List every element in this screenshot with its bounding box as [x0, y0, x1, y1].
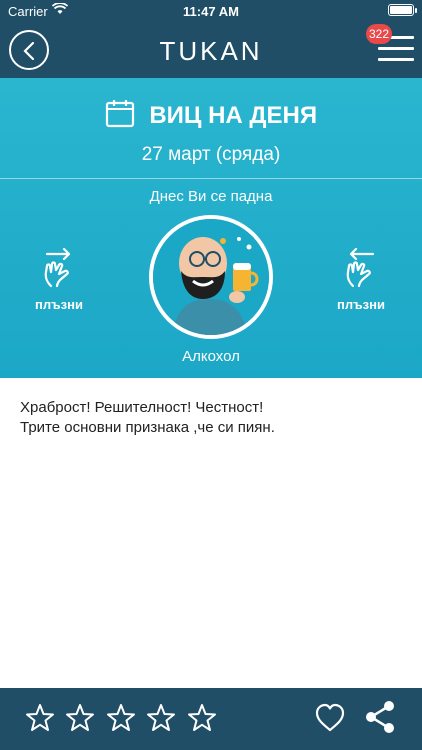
swipe-right-button[interactable]: плъзни: [330, 247, 392, 312]
bottom-bar: [0, 688, 422, 750]
swipe-hand-icon: [346, 247, 375, 288]
category-avatar: [149, 215, 273, 339]
star-icon[interactable]: [145, 702, 177, 734]
joke-line: Храброст! Решителност! Честност!: [20, 399, 264, 416]
subtitle: Днес Ви се падна: [149, 188, 273, 205]
star-icon[interactable]: [24, 702, 56, 734]
battery-icon: [388, 4, 417, 16]
share-icon: [366, 701, 394, 733]
star-icon[interactable]: [105, 702, 137, 734]
heart-icon: [315, 703, 345, 732]
page-title: ВИЦ НА ДЕНЯ: [149, 101, 318, 129]
favorite-button[interactable]: [314, 702, 346, 734]
divider: [0, 178, 422, 179]
swipe-left-label: плъзни: [35, 297, 83, 312]
rating-stars: [24, 702, 222, 739]
date-label: 27 март (сряда): [141, 144, 281, 165]
joke-text: Храброст! Решителност! Честност! Трите о…: [20, 398, 400, 438]
calendar-icon: [105, 98, 135, 133]
category-label: Алкохол: [182, 348, 240, 365]
top-bar: Carrier 11:47 AM TUKAN 322: [0, 0, 422, 78]
joke-of-day-header: ВИЦ НА ДЕНЯ: [0, 98, 422, 134]
share-button[interactable]: [364, 700, 396, 734]
drinking-man-icon: [153, 219, 269, 335]
clock: 11:47 AM: [183, 4, 239, 19]
star-icon[interactable]: [186, 702, 218, 734]
swipe-left-button[interactable]: плъзни: [28, 247, 90, 312]
star-icon[interactable]: [64, 702, 96, 734]
status-bar: Carrier 11:47 AM: [0, 0, 422, 22]
swipe-right-label: плъзни: [337, 297, 385, 312]
joke-line: Трите основни признака ,че си пиян.: [20, 419, 275, 436]
joke-of-day-panel: ВИЦ НА ДЕНЯ 27 март (сряда) Днес Ви се п…: [0, 78, 422, 378]
app-title: TUKAN: [159, 36, 263, 66]
swipe-hand-icon: [44, 247, 71, 288]
notification-badge: 322: [366, 24, 392, 44]
